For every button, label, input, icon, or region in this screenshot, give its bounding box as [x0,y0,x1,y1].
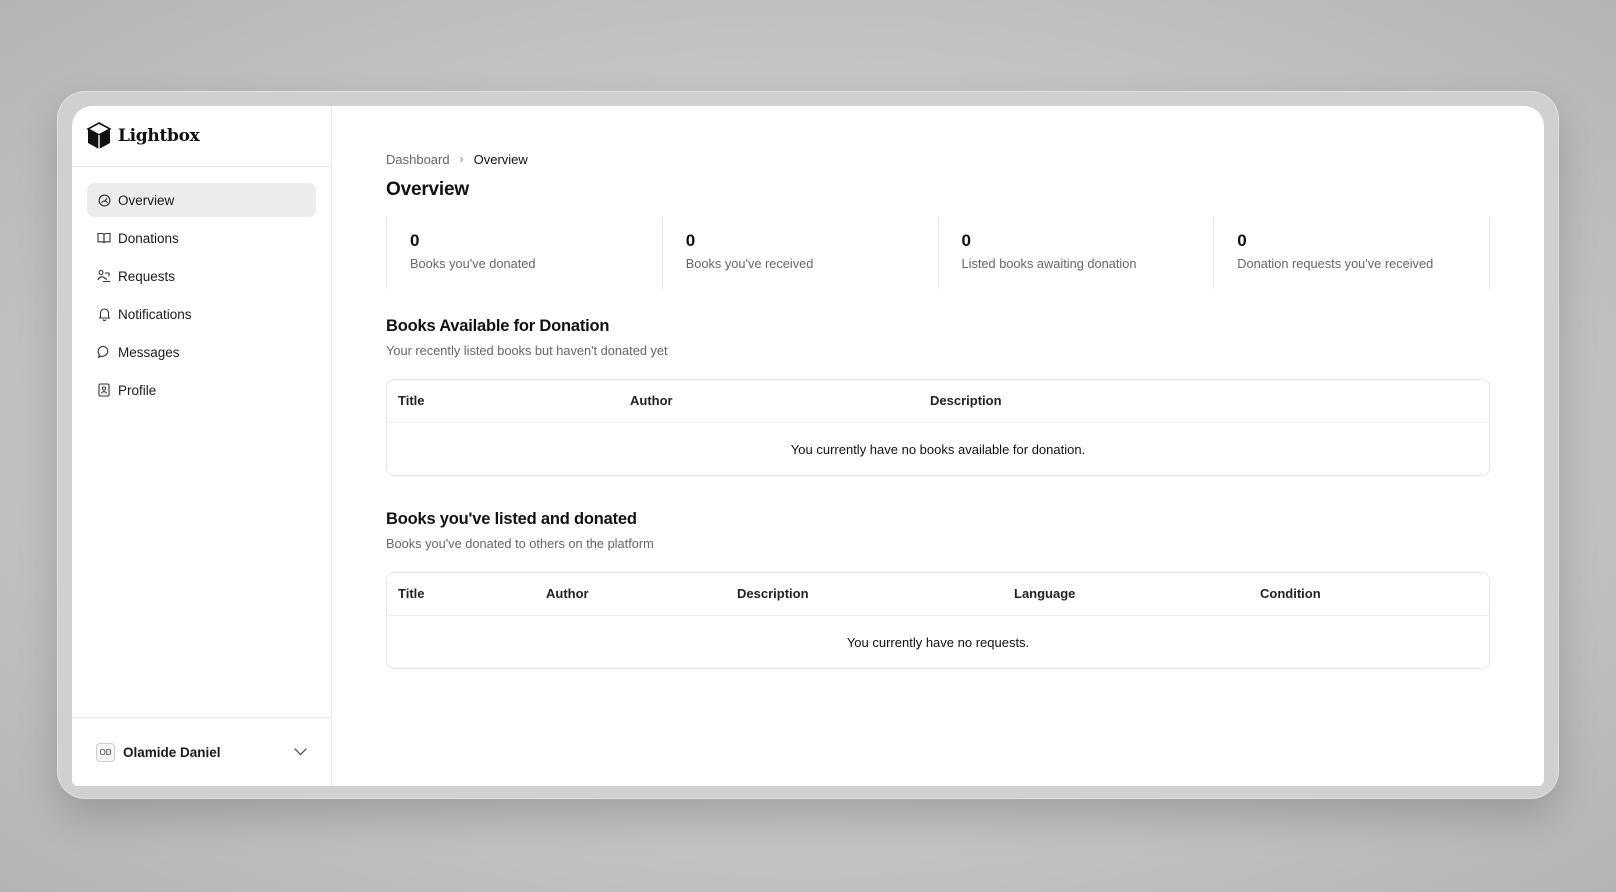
sidebar-item-label: Donations [118,230,179,246]
column-header-condition[interactable]: Condition [1260,586,1321,601]
section-subtitle: Books you've donated to others on the pl… [386,536,654,551]
stat-label: Donation requests you've received [1237,256,1434,271]
table-empty-message: You currently have no books available fo… [790,441,1086,457]
stat-books-donated: 0 Books you've donated [386,217,662,289]
main-content: Dashboard › Overview Overview 0 Books yo… [332,106,1544,786]
avatar: OD [96,742,115,762]
user-name: Olamide Daniel [123,744,221,760]
section-subtitle: Your recently listed books but haven't d… [386,343,668,358]
brand[interactable]: Lightbox [72,106,331,167]
book-open-icon [97,231,111,245]
table-header: Title Author Description Language Condit… [387,573,1489,616]
stat-value: 0 [685,231,696,250]
sidebar-item-label: Overview [118,192,175,208]
sidebar-item-label: Messages [118,344,180,360]
stat-label: Books you've donated [410,256,536,271]
available-books-section: Books Available for Donation Your recent… [386,317,1490,476]
sidebar-nav: Overview Donations Requests Notification… [72,167,331,425]
gauge-icon [97,193,111,207]
chevron-right-icon: › [459,152,464,166]
table-empty-message: You currently have no requests. [846,634,1030,650]
column-header-description[interactable]: Description [930,393,1002,408]
stat-requests-received: 0 Donation requests you've received [1213,217,1490,289]
stat-books-received: 0 Books you've received [661,217,938,289]
column-header-title[interactable]: Title [398,393,425,408]
brand-name: Lightbox [118,126,200,146]
stat-value: 0 [1237,231,1247,250]
sidebar-item-label: Notifications [118,306,192,322]
bell-icon [97,307,111,321]
section-title: Books Available for Donation [386,317,610,335]
stat-value: 0 [410,231,420,250]
donated-books-section: Books you've listed and donated Books yo… [386,510,1490,669]
stat-value: 0 [961,231,971,250]
page-title: Overview [386,179,469,200]
sidebar-item-donations[interactable]: Donations [87,221,316,255]
available-books-table: Title Author Description You currently h… [386,379,1490,476]
app-window: Lightbox Overview Donations Requests Not… [72,106,1544,786]
user-menu[interactable]: OD Olamide Daniel [72,717,331,786]
sidebar: Lightbox Overview Donations Requests Not… [72,106,332,786]
contact-card-icon [97,383,111,397]
table-header: Title Author Description [387,380,1489,423]
section-title: Books you've listed and donated [386,510,637,528]
stat-label: Books you've received [685,256,814,271]
donated-books-table: Title Author Description Language Condit… [386,572,1490,669]
stat-label: Listed books awaiting donation [961,256,1137,271]
stats-row: 0 Books you've donated 0 Books you've re… [386,217,1490,289]
column-header-author[interactable]: Author [546,586,589,601]
stat-listed-awaiting: 0 Listed books awaiting donation [937,217,1214,289]
sidebar-item-messages[interactable]: Messages [87,335,316,369]
sidebar-item-overview[interactable]: Overview [87,183,316,217]
handshake-icon [97,269,111,283]
breadcrumb-dashboard-link[interactable]: Dashboard [386,152,450,167]
sidebar-item-label: Requests [118,268,176,284]
column-header-language[interactable]: Language [1014,586,1075,601]
sidebar-item-profile[interactable]: Profile [87,373,316,407]
sidebar-item-label: Profile [118,382,157,398]
chat-bubble-icon [97,345,111,359]
sidebar-item-requests[interactable]: Requests [87,259,316,293]
column-header-title[interactable]: Title [398,586,425,601]
breadcrumb: Dashboard › Overview [386,151,1490,167]
chevron-down-icon[interactable] [293,745,307,759]
cube-icon [86,122,112,150]
column-header-description[interactable]: Description [737,586,809,601]
sidebar-item-notifications[interactable]: Notifications [87,297,316,331]
column-header-author[interactable]: Author [630,393,673,408]
breadcrumb-current: Overview [473,151,528,167]
